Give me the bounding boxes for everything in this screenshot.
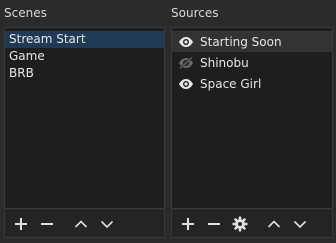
remove-icon: [41, 222, 53, 225]
move-scene-down-button[interactable]: [95, 212, 119, 236]
scenes-dock: Scenes Stream Start Game BRB: [4, 0, 165, 243]
source-label: Space Girl: [200, 76, 262, 91]
move-source-down-button[interactable]: [288, 212, 312, 236]
eye-icon[interactable]: [178, 36, 194, 48]
sources-title: Sources: [171, 6, 219, 20]
source-item-shinobu[interactable]: Shinobu: [172, 52, 332, 73]
add-source-button[interactable]: [176, 212, 200, 236]
source-properties-button[interactable]: [228, 212, 252, 236]
scene-item-stream-start[interactable]: Stream Start: [5, 31, 164, 48]
sources-list[interactable]: Starting Soon Shinobu Space Girl: [171, 27, 333, 209]
gear-icon: [232, 216, 248, 231]
eye-icon[interactable]: [178, 78, 194, 90]
scene-item-game[interactable]: Game: [5, 48, 164, 65]
source-label: Shinobu: [200, 55, 249, 70]
add-scene-button[interactable]: [9, 212, 33, 236]
sources-dock: Sources Starting Soon Shinobu Space Girl: [171, 0, 333, 243]
scenes-toolbar: [4, 210, 165, 238]
move-scene-up-button[interactable]: [69, 212, 93, 236]
remove-source-button[interactable]: [202, 212, 226, 236]
move-up-icon: [267, 219, 281, 228]
move-up-icon: [74, 219, 88, 228]
scene-item-brb[interactable]: BRB: [5, 65, 164, 82]
move-down-icon: [100, 220, 114, 228]
remove-icon: [208, 222, 220, 225]
scenes-list[interactable]: Stream Start Game BRB: [4, 27, 165, 209]
eye-hidden-icon[interactable]: [178, 56, 194, 69]
move-down-icon: [293, 220, 307, 228]
add-icon: [15, 217, 27, 230]
source-label: Starting Soon: [200, 34, 282, 49]
source-item-starting-soon[interactable]: Starting Soon: [172, 31, 332, 52]
move-source-up-button[interactable]: [262, 212, 286, 236]
add-icon: [182, 217, 194, 230]
source-item-space-girl[interactable]: Space Girl: [172, 73, 332, 94]
scenes-title: Scenes: [4, 6, 47, 20]
remove-scene-button[interactable]: [35, 212, 59, 236]
sources-toolbar: [171, 210, 333, 238]
